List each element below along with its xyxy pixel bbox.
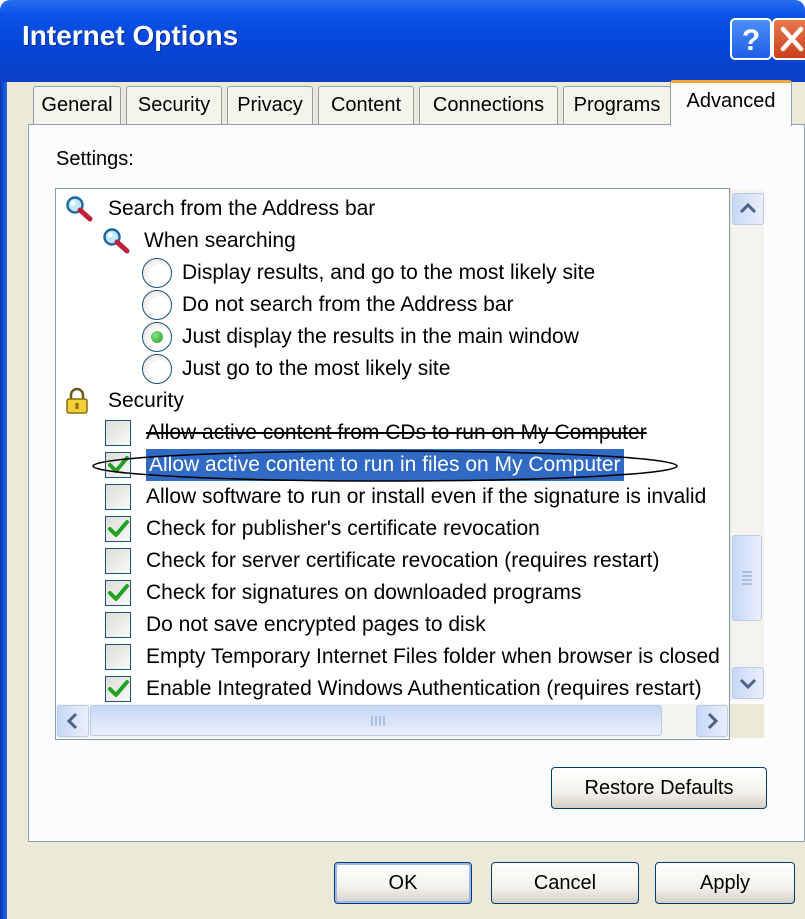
settings-item-label: Just go to the most likely site [182,357,451,380]
tab-security[interactable]: Security [126,86,222,124]
settings-item[interactable]: Check for signatures on downloaded progr… [56,577,729,609]
radio-selected-dot [151,331,163,343]
apply-button[interactable]: Apply [655,862,795,904]
tab-label: Content [330,94,402,116]
settings-item-label: Empty Temporary Internet Files folder wh… [146,645,720,668]
tab-privacy[interactable]: Privacy [227,86,313,124]
chevron-left-icon [66,712,78,730]
scroll-down-button[interactable] [732,667,764,699]
checkmark-icon [108,680,129,697]
settings-item[interactable]: Do not save encrypted pages to disk [56,609,729,641]
checkbox[interactable] [105,484,131,510]
settings-item-label: Just display the results in the main win… [182,325,579,348]
chevron-up-icon [739,202,757,214]
settings-item[interactable]: Just go to the most likely site [56,353,729,385]
chevron-down-icon [739,678,757,690]
settings-item-label: Do not search from the Address bar [182,293,514,316]
radio-button[interactable] [142,354,172,384]
tab-connections[interactable]: Connections [419,86,558,124]
close-icon [780,26,804,52]
tab-label: Programs [573,94,661,116]
settings-item[interactable]: Do not search from the Address bar [56,289,729,321]
tab-label: Advanced [686,90,776,112]
radio-button[interactable] [142,290,172,320]
checkmark-icon [108,584,129,601]
checkmark-icon [108,520,129,537]
grip-icon [371,716,385,726]
help-button[interactable]: ? [730,18,772,60]
scrollbar-corner [730,704,764,738]
vertical-scroll-thumb[interactable] [732,535,762,621]
tab-label: Privacy [237,94,303,116]
settings-item[interactable]: Enable Integrated Windows Authentication… [56,673,729,705]
settings-item-label: Check for server certificate revocation … [146,549,660,572]
title-bar: Internet Options ? [0,0,805,82]
close-button[interactable] [772,18,805,60]
tab-content[interactable]: Content [318,86,414,124]
settings-item[interactable]: Allow active content from CDs to run on … [56,417,729,449]
checkbox[interactable] [105,516,131,542]
settings-item-label: Display results, and go to the most like… [182,261,596,284]
settings-item[interactable]: Empty Temporary Internet Files folder wh… [56,641,729,673]
tab-label: Security [137,94,211,116]
settings-item[interactable]: Just display the results in the main win… [56,321,729,353]
horizontal-scroll-thumb[interactable] [90,705,662,736]
tab-general[interactable]: General [33,86,121,124]
settings-item[interactable]: When searching [56,225,729,257]
cancel-button[interactable]: Cancel [491,862,639,904]
settings-item[interactable]: Allow software to run or install even if… [56,481,729,513]
tab-programs[interactable]: Programs [563,86,671,124]
settings-item[interactable]: Search from the Address bar [56,193,729,225]
tab-advanced[interactable]: Advanced [670,80,792,126]
checkbox[interactable] [105,548,131,574]
horizontal-scrollbar[interactable] [56,704,729,738]
tab-label: Connections [432,94,545,116]
settings-label: Settings: [56,148,134,170]
restore-defaults-button[interactable]: Restore Defaults [551,767,767,809]
settings-item-label: Security [108,389,184,412]
settings-item[interactable]: Check for server certificate revocation … [56,545,729,577]
checkbox[interactable] [105,420,131,446]
settings-item-label: When searching [144,229,296,252]
vertical-scrollbar[interactable] [730,189,764,701]
highlight-ellipse [92,450,678,482]
tab-label: General [41,94,113,116]
settings-item-label: Allow active content from CDs to run on … [146,421,647,444]
radio-button[interactable] [142,258,172,288]
chevron-right-icon [707,712,719,730]
svg-text:?: ? [742,24,760,57]
question-mark-icon: ? [742,24,760,57]
checkbox[interactable] [105,612,131,638]
settings-item-label: Search from the Address bar [108,197,376,220]
settings-item[interactable]: Security [56,385,729,417]
grip-icon [742,571,752,585]
checkbox[interactable] [105,644,131,670]
radio-button[interactable] [142,322,172,352]
ok-button[interactable]: OK [334,862,472,904]
window-title: Internet Options [22,20,239,51]
scroll-left-button[interactable] [57,705,89,737]
settings-item-label: Check for signatures on downloaded progr… [146,581,582,604]
settings-item-label: Allow software to run or install even if… [146,485,707,508]
settings-item-label: Check for publisher's certificate revoca… [146,517,540,540]
settings-item[interactable]: Check for publisher's certificate revoca… [56,513,729,545]
window-frame-left [0,82,7,919]
checkbox[interactable] [105,580,131,606]
settings-item-label: Do not save encrypted pages to disk [146,613,486,636]
settings-item-label: Enable Integrated Windows Authentication… [146,677,702,700]
settings-item[interactable]: Display results, and go to the most like… [56,257,729,289]
checkbox[interactable] [105,676,131,702]
scroll-up-button[interactable] [732,193,764,225]
scroll-right-button[interactable] [696,705,728,737]
